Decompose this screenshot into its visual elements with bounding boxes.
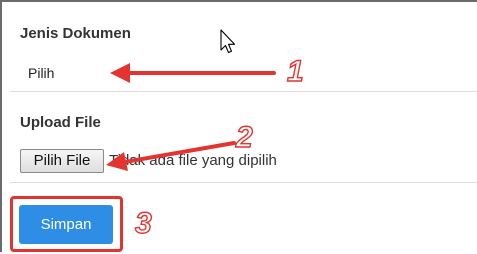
step-2-callout: 2 (235, 121, 253, 154)
step-1-callout: 1 (286, 55, 304, 88)
section-divider-bottom (10, 182, 477, 183)
document-upload-panel: Jenis Dokumen Pilih Upload File Pilih Fi… (0, 0, 477, 252)
step-3-callout: 3 (134, 207, 152, 240)
document-type-select[interactable]: Pilih (28, 65, 54, 81)
upload-file-label: Upload File (20, 114, 101, 131)
document-type-label: Jenis Dokumen (20, 25, 131, 42)
save-button[interactable]: Simpan (19, 205, 113, 244)
arrow-1-icon (110, 63, 276, 83)
file-status-text: Tidak ada file yang dipilih (109, 152, 277, 169)
mouse-pointer-icon (220, 29, 236, 54)
section-divider (10, 91, 477, 92)
choose-file-button[interactable]: Pilih File (20, 149, 104, 173)
